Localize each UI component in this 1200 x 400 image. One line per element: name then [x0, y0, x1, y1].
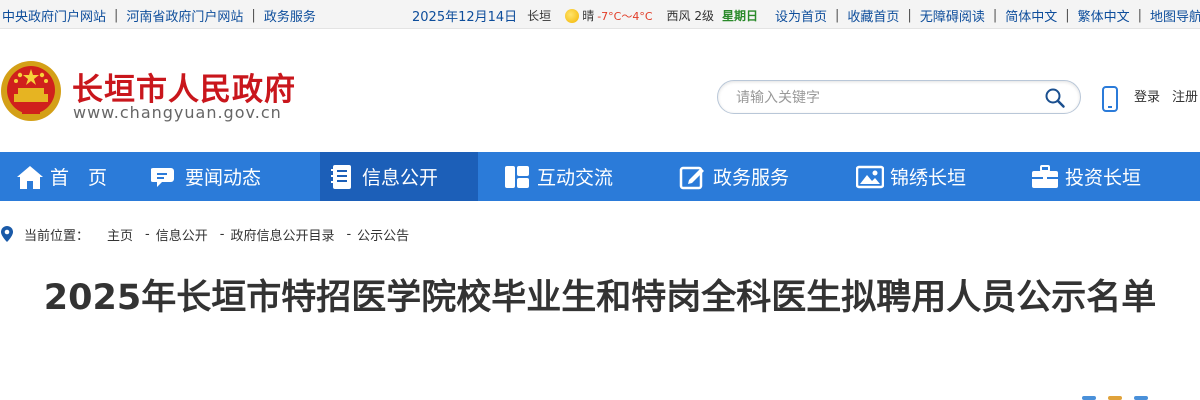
link-gov-service[interactable]: 政务服务 [264, 6, 316, 25]
home-icon [17, 165, 43, 189]
edit-icon [679, 166, 704, 189]
nav-item-home[interactable]: 首 页 [16, 152, 107, 201]
nav-label: 政务服务 [713, 167, 790, 189]
link-accessibility[interactable]: 无障碍阅读 [920, 6, 985, 25]
sun-icon [565, 8, 580, 23]
city-text: 长垣 [527, 9, 552, 23]
link-bookmark[interactable]: 收藏首页 [847, 6, 899, 25]
weather-widget: 2025年12月14日 长垣 晴 -7°C～4°C 西风 2级 星期日 [412, 6, 758, 25]
top-bar: 中央政府门户网站 | 河南省政府门户网站 | 政务服务 2025年12月14日 … [0, 0, 1200, 29]
divider: - [145, 226, 150, 242]
weekday-text: 星期日 [721, 9, 758, 23]
search-box [717, 80, 1081, 114]
link-simplified-chinese[interactable]: 简体中文 [1005, 6, 1057, 25]
divider: | [992, 8, 998, 23]
login-link[interactable]: 登录 [1134, 86, 1160, 105]
register-link[interactable]: 注册 [1172, 86, 1198, 105]
nav-item-scenery[interactable]: 锦绣长垣 [856, 152, 966, 201]
chat-icon [151, 167, 174, 187]
search-icon[interactable] [1044, 87, 1066, 109]
breadcrumb-info-disclosure[interactable]: 信息公开 [156, 225, 208, 244]
link-henan-gov[interactable]: 河南省政府门户网站 [126, 6, 243, 25]
breadcrumb-announcements[interactable]: 公示公告 [357, 225, 409, 244]
site-url: www.changyuan.gov.cn [73, 103, 282, 122]
divider: | [251, 8, 256, 23]
nav-label: 首 页 [50, 167, 108, 189]
nav-label: 互动交流 [537, 167, 614, 189]
nav-item-interaction[interactable]: 互动交流 [503, 152, 613, 201]
date-text: 2025年12月14日 [412, 10, 518, 25]
layout-icon [505, 165, 529, 188]
top-links-right: 设为首页 | 收藏首页 | 无障碍阅读 | 简体中文 | 繁体中文 | 地图导航 [775, 6, 1200, 25]
weather-text: 晴 [582, 9, 595, 23]
breadcrumb-home[interactable]: 主页 [107, 225, 133, 244]
article-title: 2025年长垣市特招医学院校毕业生和特岗全科医生拟聘用人员公示名单 [43, 278, 1157, 318]
national-emblem-icon [1, 61, 61, 121]
link-site-map[interactable]: 地图导航 [1150, 6, 1200, 25]
divider: | [1065, 8, 1070, 23]
top-links-left: 中央政府门户网站 | 河南省政府门户网站 | 政务服务 [2, 6, 316, 25]
search-input[interactable] [736, 87, 1036, 109]
divider: - [346, 226, 352, 242]
nav-item-investment[interactable]: 投资长垣 [1031, 152, 1141, 201]
nav-label: 要闻动态 [185, 167, 262, 189]
wind-text: 西风 2级 [666, 9, 714, 23]
briefcase-icon [1032, 164, 1058, 188]
link-central-gov[interactable]: 中央政府门户网站 [2, 6, 106, 25]
nav-label: 投资长垣 [1065, 167, 1142, 189]
breadcrumb: 当前位置： 主页 - 信息公开 - 政府信息公开目录 - 公示公告 [0, 224, 409, 244]
breadcrumb-catalog[interactable]: 政府信息公开目录 [230, 225, 334, 244]
divider: | [835, 8, 840, 23]
divider: | [907, 8, 912, 23]
nav-item-news[interactable]: 要闻动态 [151, 152, 261, 201]
location-pin-icon [1, 226, 13, 242]
divider: | [114, 8, 119, 23]
temperature-text: -7°C～4°C [597, 9, 653, 23]
nav-item-gov-service[interactable]: 政务服务 [679, 152, 789, 201]
divider: | [1137, 8, 1143, 23]
divider: - [219, 226, 225, 242]
share-icon[interactable] [1082, 396, 1096, 400]
share-toolbar [1082, 396, 1162, 400]
share-icon[interactable] [1134, 396, 1148, 400]
notebook-icon [331, 164, 351, 189]
picture-icon [856, 165, 884, 188]
mobile-phone-icon[interactable] [1102, 86, 1118, 112]
link-traditional-chinese[interactable]: 繁体中文 [1078, 6, 1130, 25]
nav-item-info-disclosure[interactable]: 信息公开 [320, 152, 478, 201]
share-icon[interactable] [1108, 396, 1122, 400]
nav-label: 锦绣长垣 [890, 167, 967, 189]
breadcrumb-label: 当前位置： [24, 228, 90, 244]
link-set-homepage[interactable]: 设为首页 [775, 6, 827, 25]
main-navigation: 首 页 要闻动态 信息公开 互动交流 政务服务 锦绣长垣 投资长垣 [0, 152, 1200, 201]
site-header: 长垣市人民政府 www.changyuan.gov.cn 登录 注册 [0, 30, 1200, 152]
nav-label: 信息公开 [362, 167, 439, 189]
